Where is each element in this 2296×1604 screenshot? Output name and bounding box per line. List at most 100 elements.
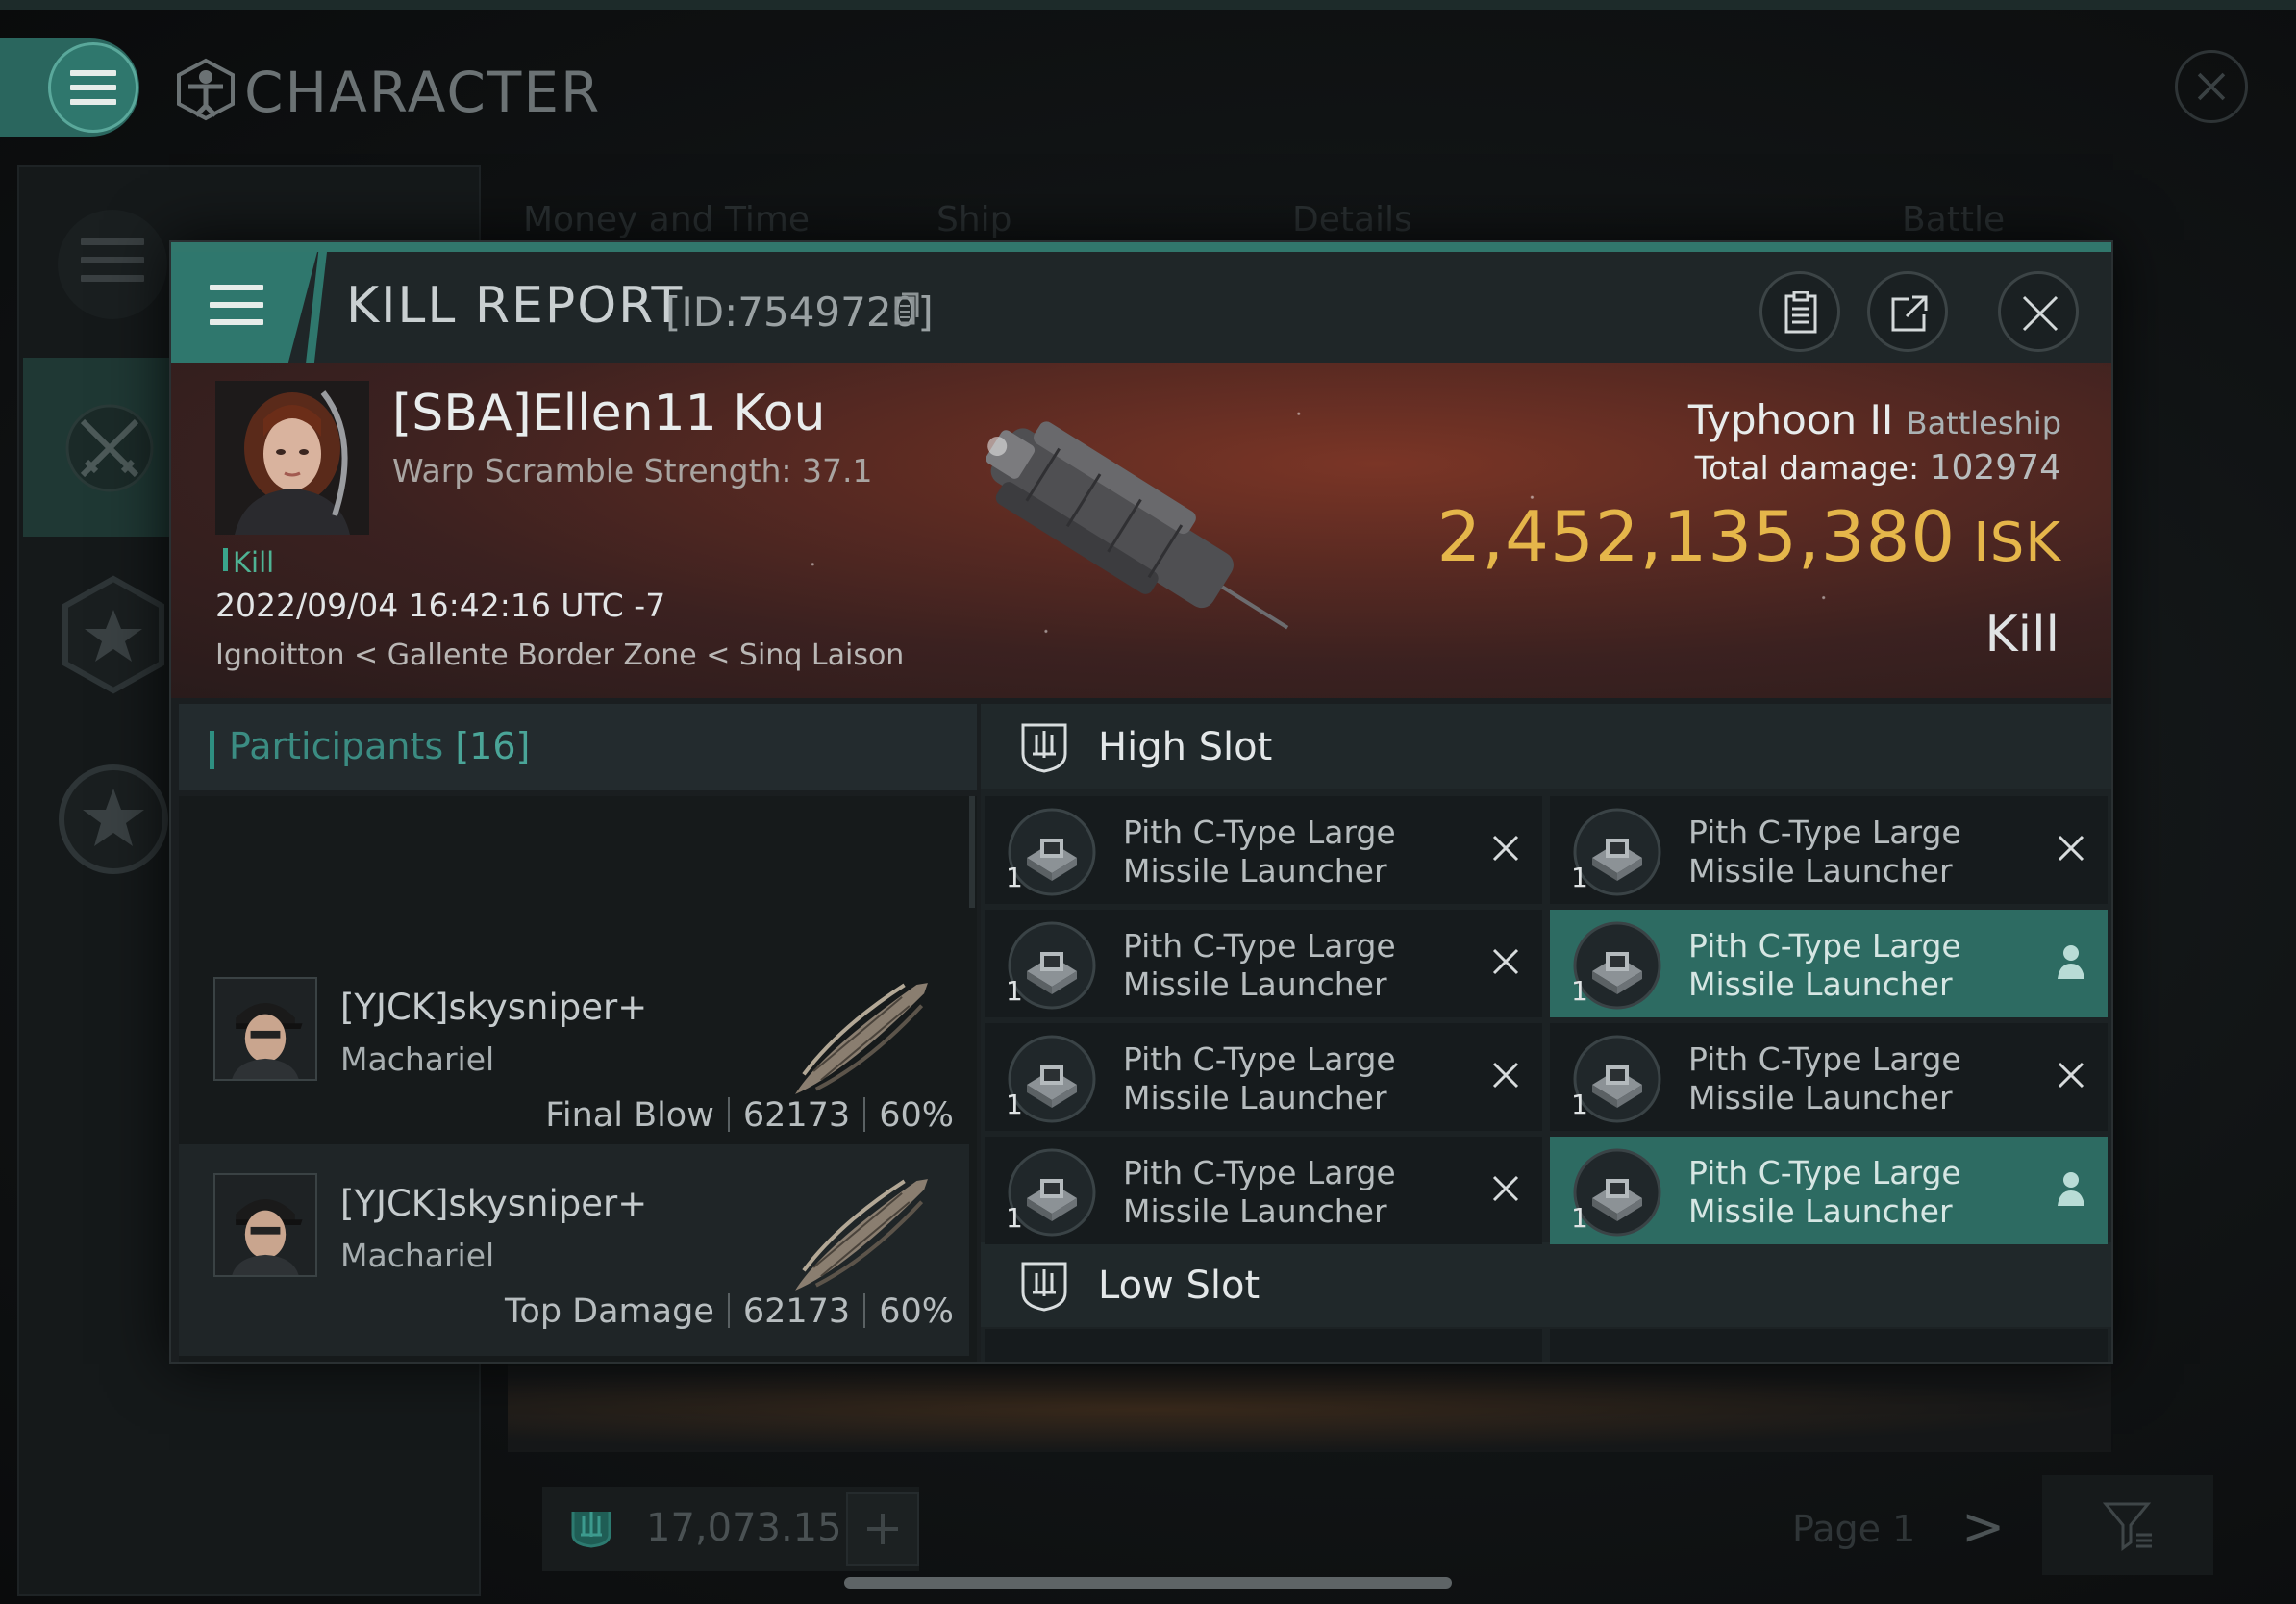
participant-row[interactable]: [YJCK]skysniper+ Machariel Top Damage 621… xyxy=(179,1144,969,1356)
module-tile[interactable]: 1 Pith C-Type Large Missile Launcher xyxy=(1550,1137,2108,1244)
low-slot-header: Low Slot xyxy=(981,1242,2111,1327)
star-icon[interactable] xyxy=(54,760,173,879)
module-name: Pith C-Type Large Missile Launcher xyxy=(1123,927,1488,1004)
module-quantity: 1 xyxy=(1006,1089,1023,1120)
result-label: Kill xyxy=(1984,606,2059,664)
module-name: Pith C-Type Large Missile Launcher xyxy=(1688,814,2054,890)
module-tile[interactable]: 1 Pith C-Type Large Missile Launcher xyxy=(1550,1023,2108,1131)
participants-label: Participants xyxy=(229,725,444,767)
module-name-line2: Missile Launcher xyxy=(1688,965,1953,1003)
wallet-balance: 17,073.15 xyxy=(646,1506,842,1550)
participant-ship-image xyxy=(795,1179,928,1291)
menu-icon xyxy=(210,285,263,334)
person-icon xyxy=(2058,945,2084,979)
module-quantity: 1 xyxy=(1571,975,1588,1007)
module-name-line2: Missile Launcher xyxy=(1123,965,1387,1003)
character-icon xyxy=(177,58,235,121)
participants-title: Participants [16] xyxy=(229,725,530,767)
share-button[interactable] xyxy=(1867,271,1948,352)
module-quantity: 1 xyxy=(1006,975,1023,1007)
window-title: CHARACTER xyxy=(244,60,602,125)
sidebar-item-menu[interactable] xyxy=(58,210,167,319)
module-tile[interactable]: 1 Pith C-Type Large Missile Launcher xyxy=(985,1023,1542,1131)
kill-tag-marker xyxy=(223,548,228,571)
sidebar-item-kill-reports[interactable] xyxy=(23,358,192,537)
high-slot-title: High Slot xyxy=(1098,725,1273,769)
close-dialog-button[interactable] xyxy=(1998,271,2079,352)
plus-icon[interactable] xyxy=(846,1492,919,1566)
top-accent-bar xyxy=(0,0,2296,10)
x-icon xyxy=(1492,835,1519,862)
participants-scrollbar[interactable] xyxy=(969,796,975,908)
isk-amount: 2,452,135,380 xyxy=(1436,496,1957,577)
module-name-line1: Pith C-Type Large xyxy=(1123,927,1396,965)
participant-role: Top Damage xyxy=(504,1292,714,1331)
total-damage-label: Total damage: xyxy=(1694,449,1920,487)
module-name-line1: Pith C-Type Large xyxy=(1688,814,1961,851)
participant-portrait xyxy=(213,977,317,1081)
low-slot-title: Low Slot xyxy=(1098,1264,1260,1308)
participant-percent: 60% xyxy=(879,1096,954,1135)
clipboard-icon xyxy=(1784,291,1817,334)
module-name-line2: Missile Launcher xyxy=(1688,1192,1953,1230)
filter-button[interactable] xyxy=(2042,1475,2213,1575)
x-icon xyxy=(2058,835,2084,862)
victim-ship-name: Typhoon II xyxy=(1687,396,1894,443)
module-tile[interactable]: 1 Pith C-Type Large Missile Launcher xyxy=(1550,796,2108,904)
participant-damage: 62173 xyxy=(742,1096,851,1135)
module-name-line2: Missile Launcher xyxy=(1688,852,1953,890)
victim-portrait[interactable] xyxy=(215,381,369,535)
module-name-line1: Pith C-Type Large xyxy=(1688,1154,1961,1191)
low-slot-module-cut-off[interactable] xyxy=(985,1329,1542,1362)
low-slot-module-cut-off[interactable] xyxy=(1550,1329,2108,1362)
crossed-swords-icon xyxy=(65,404,154,492)
module-name-line1: Pith C-Type Large xyxy=(1123,1040,1396,1078)
tab-details[interactable]: Details xyxy=(1292,200,1412,239)
next-page-button[interactable]: > xyxy=(1961,1496,2005,1557)
participant-stats: Top Damage 62173 60% xyxy=(505,1292,954,1331)
module-name-line2: Missile Launcher xyxy=(1123,1192,1387,1230)
module-tile[interactable]: 1 Pith C-Type Large Missile Launcher xyxy=(1550,910,2108,1017)
module-name: Pith C-Type Large Missile Launcher xyxy=(1123,814,1488,890)
participants-count: [16] xyxy=(455,725,531,767)
module-name-line1: Pith C-Type Large xyxy=(1688,1040,1961,1078)
victim-name[interactable]: [SBA]Ellen11 Kou xyxy=(392,385,826,442)
kill-tag: Kill xyxy=(233,546,275,579)
copy-icon[interactable] xyxy=(894,292,919,325)
participant-row[interactable]: [YJCK]skysniper+ Machariel Final Blow 621… xyxy=(179,965,969,1167)
module-name-line1: Pith C-Type Large xyxy=(1123,1154,1396,1191)
tab-ship[interactable]: Ship xyxy=(936,200,1012,239)
kill-datetime: 2022/09/04 16:42:16 UTC -7 xyxy=(215,587,666,624)
close-icon xyxy=(2022,295,2059,332)
filter-icon xyxy=(2102,1502,2152,1551)
x-icon xyxy=(1492,1175,1519,1202)
participant-name[interactable]: [YJCK]skysniper+ xyxy=(340,987,647,1028)
close-character-button[interactable] xyxy=(2175,50,2248,123)
participant-name[interactable]: [YJCK]skysniper+ xyxy=(340,1183,647,1224)
page-indicator: Page 1 xyxy=(1792,1508,1916,1550)
module-tile[interactable]: 1 Pith C-Type Large Missile Launcher xyxy=(985,1137,1542,1244)
kill-location[interactable]: Ignoitton < Gallente Border Zone < Sinq … xyxy=(215,639,904,672)
clipboard-button[interactable] xyxy=(1759,271,1840,352)
star-icon[interactable] xyxy=(60,575,167,694)
dialog-title: KILL REPORT xyxy=(346,277,685,335)
home-indicator xyxy=(844,1577,1452,1589)
tab-money-and-time[interactable]: Money and Time xyxy=(523,200,810,239)
module-tile[interactable]: 1 Pith C-Type Large Missile Launcher xyxy=(985,796,1542,904)
module-name-line1: Pith C-Type Large xyxy=(1123,814,1396,851)
module-quantity: 1 xyxy=(1571,1202,1588,1234)
warp-scramble-strength: Warp Scramble Strength: 37.1 xyxy=(392,452,873,489)
module-quantity: 1 xyxy=(1571,862,1588,893)
x-icon xyxy=(2058,1062,2084,1089)
shield-icon xyxy=(1021,723,1067,773)
victim-ship[interactable]: Typhoon II Battleship xyxy=(1688,396,2061,443)
victim-ship-image xyxy=(986,421,1289,630)
participant-role: Final Blow xyxy=(545,1096,714,1135)
module-name-line2: Missile Launcher xyxy=(1123,1079,1387,1116)
share-icon xyxy=(1891,295,1928,332)
stats-divider xyxy=(727,1097,730,1132)
participants-header-marker xyxy=(210,731,214,769)
module-quantity: 1 xyxy=(1571,1089,1588,1120)
module-tile[interactable]: 1 Pith C-Type Large Missile Launcher xyxy=(985,910,1542,1017)
main-menu-button[interactable] xyxy=(48,42,138,133)
